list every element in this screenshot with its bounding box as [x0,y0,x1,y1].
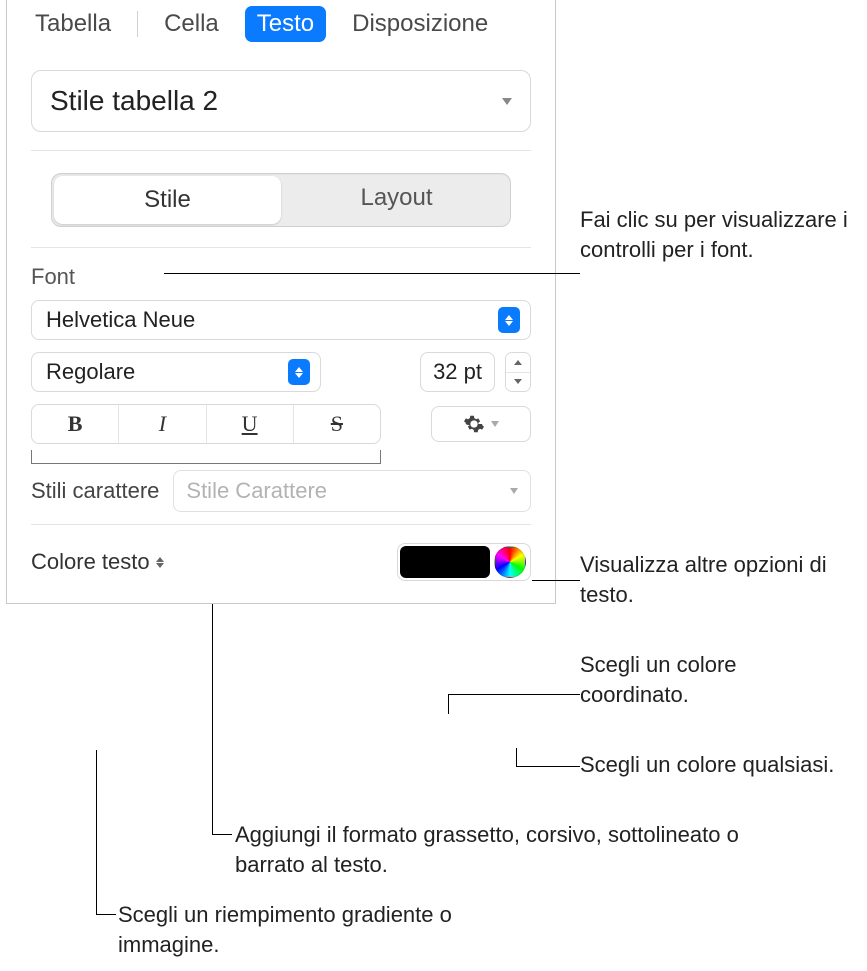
advanced-options-button[interactable] [431,406,531,442]
inspector-tabbar: Tabella Cella Testo Disposizione [7,0,555,48]
callout-leader [532,580,580,581]
font-section-label: Font [31,264,531,290]
divider [31,524,531,525]
font-weight-value: Regolare [46,359,135,385]
strike-button[interactable]: S [294,405,380,443]
tab-separator [137,11,138,37]
callout-swatch: Scegli un colore coordinato. [580,650,850,709]
tab-cell[interactable]: Cella [152,6,231,42]
segment-style[interactable]: Stile [54,176,281,224]
tab-text[interactable]: Testo [245,6,326,42]
paragraph-style-value: Stile tabella 2 [50,85,218,117]
callout-wheel: Scegli un colore qualsiasi. [580,750,850,780]
callout-leader [212,834,232,835]
divider [31,247,531,248]
callout-leader [96,914,116,915]
stepper-up[interactable] [506,353,530,372]
popup-arrow-down-icon [156,563,164,568]
text-color-label: Colore testo [31,549,150,575]
callout-leader [212,604,213,834]
bold-button[interactable]: B [32,405,119,443]
callout-leader [164,273,580,274]
callout-gear: Visualizza altre opzioni di testo. [580,550,850,609]
italic-button[interactable]: I [119,405,206,443]
color-swatch[interactable] [400,546,490,578]
text-color-popup[interactable]: Colore testo [31,549,164,575]
color-wheel-button[interactable] [494,546,526,578]
font-weight-popup[interactable]: Regolare [31,352,321,392]
paragraph-style-popup[interactable]: Stile tabella 2 [31,70,531,132]
segment-layout[interactable]: Layout [283,174,510,226]
callout-bracket [31,450,381,464]
character-style-placeholder: Stile Carattere [186,478,327,504]
callout-textcolor: Scegli un riempimento gradiente o immagi… [118,900,478,959]
chevron-down-icon [502,98,512,105]
font-size-value: 32 pt [421,353,494,391]
chevron-down-icon [510,488,518,494]
callout-leader [96,750,97,914]
callout-biu: Aggiungi il formato grassetto, corsivo, … [235,820,755,879]
style-layout-segmented: Stile Layout [51,173,511,227]
text-color-controls [397,543,531,581]
callout-style-tab: Fai clic su per visualizzare i controlli… [580,205,850,264]
popup-arrows-icon [498,307,520,333]
tab-arrange[interactable]: Disposizione [340,6,500,42]
character-styles-label: Stili carattere [31,478,159,504]
divider [31,150,531,151]
font-size-stepper[interactable] [505,352,531,392]
font-family-value: Helvetica Neue [46,307,195,333]
gear-icon [463,413,485,435]
font-size-field[interactable]: 32 pt [420,352,495,392]
callout-leader [448,694,580,695]
callout-leader [516,766,580,767]
font-family-popup[interactable]: Helvetica Neue [31,300,531,340]
chevron-down-icon [491,421,499,427]
stepper-down[interactable] [506,372,530,392]
text-style-buttons: B I U S [31,404,381,444]
callout-leader [516,748,517,766]
popup-arrows-icon [288,359,310,385]
inspector-panel: Tabella Cella Testo Disposizione Stile t… [6,0,556,604]
underline-button[interactable]: U [207,405,294,443]
callout-leader [448,694,449,714]
character-style-popup[interactable]: Stile Carattere [173,470,531,512]
tab-table[interactable]: Tabella [23,6,123,42]
popup-arrow-up-icon [156,557,164,562]
